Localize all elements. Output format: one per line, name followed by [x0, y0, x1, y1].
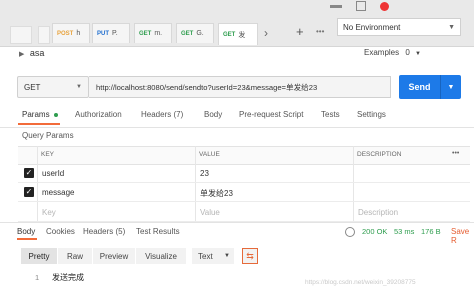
param-value[interactable]: 单发给23 — [200, 188, 233, 199]
response-size: 176 B — [421, 227, 441, 236]
format-type-select[interactable]: Text ▼ — [192, 248, 234, 264]
request-tab[interactable]: POST h — [52, 23, 90, 43]
response-tab-body[interactable]: Body — [17, 227, 35, 236]
wrap-lines-icon[interactable]: ⇆ — [242, 248, 258, 264]
response-divider — [0, 222, 474, 223]
column-header-description: DESCRIPTION — [357, 151, 402, 158]
examples-count: 0 — [405, 48, 410, 57]
row-divider — [18, 201, 470, 202]
environment-label: No Environment — [343, 22, 401, 32]
tab-name: m. — [154, 30, 163, 37]
query-params-heading: Query Params — [22, 131, 74, 140]
tab-settings[interactable]: Settings — [357, 110, 386, 119]
param-key[interactable]: userId — [42, 169, 64, 178]
column-options-icon[interactable]: ••• — [452, 150, 459, 157]
tab-tests[interactable]: Tests — [321, 110, 340, 119]
response-tab-test-results[interactable]: Test Results — [136, 227, 180, 236]
tab-method: GET — [139, 30, 152, 37]
row-checkbox[interactable]: ✓ — [24, 187, 34, 197]
params-table-header — [18, 146, 470, 165]
response-status: 200 OK — [362, 227, 388, 236]
tab-body[interactable]: Body — [204, 110, 222, 119]
method-select[interactable]: GET ▼ — [17, 76, 89, 98]
close-icon[interactable] — [380, 1, 389, 11]
format-type-label: Text — [198, 251, 213, 261]
url-input[interactable]: http://localhost:8080/send/sendto?userId… — [89, 76, 391, 98]
tab-name: G. — [196, 30, 204, 37]
row-checkbox[interactable]: ✓ — [24, 168, 34, 178]
request-tab[interactable]: PUT P. — [92, 23, 130, 43]
chevron-down-icon: ▼ — [76, 84, 82, 90]
response-tab-headers[interactable]: Headers (5) — [83, 227, 125, 236]
window-controls — [330, 1, 389, 11]
watermark: https://blog.csdn.net/weixin_39208775 — [305, 279, 416, 286]
response-time: 53 ms — [394, 227, 415, 236]
description-input[interactable]: Description — [358, 208, 398, 217]
response-tab-cookies[interactable]: Cookies — [46, 227, 75, 236]
tab-method: POST — [57, 30, 74, 37]
request-tab[interactable]: GET m. — [134, 23, 172, 43]
chevron-down-icon: ▼ — [448, 23, 455, 31]
chevron-right-icon[interactable]: ▶ — [19, 51, 24, 58]
column-divider — [195, 146, 196, 222]
request-tab[interactable]: GET G. — [176, 23, 214, 43]
column-header-value: VALUE — [199, 151, 220, 158]
send-button[interactable]: Send — [399, 75, 440, 99]
tab-separator — [38, 26, 50, 44]
tab-method: GET — [223, 31, 236, 38]
request-name[interactable]: ▶ asa — [19, 48, 44, 58]
column-divider — [37, 146, 38, 222]
active-tab-indicator — [18, 123, 60, 125]
param-key[interactable]: message — [42, 188, 74, 197]
param-value[interactable]: 23 — [200, 169, 209, 178]
tab-name: P. — [112, 30, 118, 37]
chevron-down-icon: ▼ — [224, 253, 230, 259]
environment-select[interactable]: No Environment ▼ — [337, 18, 461, 36]
column-header-key: KEY — [41, 151, 55, 158]
response-body-text: 发送完成 — [52, 273, 84, 282]
tab-options-icon[interactable]: ••• — [316, 27, 324, 36]
key-input[interactable]: Key — [42, 208, 56, 217]
column-divider — [353, 146, 354, 222]
tab-method: PUT — [97, 30, 109, 37]
row-divider — [18, 182, 470, 183]
tab-headers[interactable]: Headers (7) — [141, 110, 183, 119]
method-label: GET — [24, 82, 41, 92]
format-preview[interactable]: Preview — [93, 248, 135, 264]
tab-pre-request-script[interactable]: Pre-request Script — [239, 110, 303, 119]
examples-dropdown[interactable]: Examples 0 ▼ — [364, 48, 421, 57]
save-response-button[interactable]: Save R — [451, 227, 474, 245]
examples-label: Examples — [364, 48, 400, 57]
tab-authorization[interactable]: Authorization — [75, 110, 122, 119]
request-name-label: asa — [29, 48, 45, 58]
tab-params[interactable]: Params — [22, 110, 58, 119]
line-number: 1 — [35, 273, 40, 282]
tab-params-label: Params — [22, 110, 50, 119]
tab-scroll-left-icon[interactable] — [10, 26, 32, 44]
url-text: http://localhost:8080/send/sendto?userId… — [96, 82, 318, 92]
active-dot-icon — [53, 112, 58, 117]
divider — [0, 127, 474, 128]
tab-method: GET — [181, 30, 194, 37]
title-bar — [0, 0, 474, 15]
chevron-down-icon: ▼ — [415, 51, 421, 57]
request-tab-active[interactable]: GET 发 — [218, 23, 258, 45]
active-response-tab-indicator — [17, 238, 37, 240]
format-pretty[interactable]: Pretty — [21, 248, 57, 264]
tab-scroll-right-icon[interactable]: › — [264, 26, 268, 40]
format-raw[interactable]: Raw — [58, 248, 92, 264]
tab-name: h — [76, 30, 81, 37]
tab-name: 发 — [238, 31, 246, 39]
minimize-icon[interactable] — [330, 4, 342, 8]
send-options-icon[interactable]: ▼ — [440, 75, 461, 99]
value-input[interactable]: Value — [200, 208, 220, 217]
maximize-icon[interactable] — [356, 1, 366, 11]
globe-icon[interactable] — [345, 227, 355, 237]
format-visualize[interactable]: Visualize — [136, 248, 186, 264]
new-tab-button[interactable]: + — [296, 24, 304, 39]
